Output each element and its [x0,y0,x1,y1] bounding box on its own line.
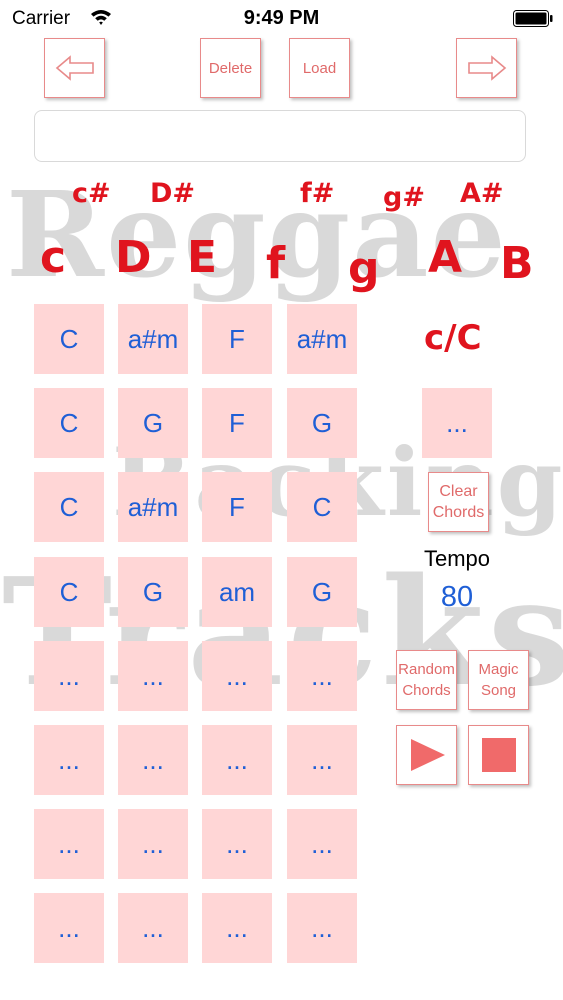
chord-cell[interactable]: F [202,472,272,542]
chord-cell[interactable]: C [287,472,357,542]
delete-button[interactable]: Delete [200,38,261,98]
forward-button[interactable] [456,38,517,98]
clock: 9:49 PM [243,7,320,29]
chord-cell[interactable]: ... [202,809,272,879]
chord-cell[interactable]: ... [287,641,357,711]
note-e[interactable]: E [187,232,217,283]
back-button[interactable] [44,38,105,98]
note-f[interactable]: f [266,238,285,289]
chord-cell[interactable]: C [34,557,104,627]
note-f-sharp[interactable]: f# [300,178,334,209]
chord-cell[interactable]: F [202,388,272,458]
note-a[interactable]: A [428,232,462,283]
key-label: c/C [424,318,482,358]
chord-cell[interactable]: ... [118,809,188,879]
magic-song-label-1: Magic [478,661,519,678]
stop-icon [481,738,516,772]
chord-cell[interactable]: am [202,557,272,627]
selected-chord-cell[interactable]: ... [422,388,492,458]
clear-chords-label-2: Chords [432,504,485,521]
chord-cell[interactable]: C [34,472,104,542]
clear-chords-button[interactable]: Clear Chords [428,472,489,532]
chord-cell[interactable]: ... [34,725,104,795]
arrow-right-icon [467,55,506,81]
chord-cell[interactable]: ... [118,893,188,963]
chord-cell[interactable]: F [202,304,272,374]
play-button[interactable] [396,725,457,785]
chord-cell[interactable]: G [118,557,188,627]
chord-cell[interactable]: G [287,388,357,458]
chord-cell[interactable]: ... [287,725,357,795]
chord-cell[interactable]: ... [118,725,188,795]
chord-cell[interactable]: ... [287,809,357,879]
note-g[interactable]: g [348,243,380,294]
chord-cell[interactable]: a#m [118,472,188,542]
magic-song-label-2: Song [480,682,517,699]
note-b[interactable]: B [500,238,534,289]
chord-cell[interactable]: ... [202,641,272,711]
chord-cell[interactable]: ... [287,893,357,963]
chord-cell[interactable]: ... [118,641,188,711]
chord-cell[interactable]: a#m [287,304,357,374]
load-button[interactable]: Load [289,38,350,98]
status-bar: Carrier 9:49 PM [0,0,563,38]
battery-icon [513,10,553,27]
random-chords-label-1: Random [398,661,455,678]
magic-song-button[interactable]: Magic Song [468,650,529,710]
random-chords-button[interactable]: Random Chords [396,650,457,710]
chord-cell[interactable]: ... [202,725,272,795]
chord-cell[interactable]: C [34,304,104,374]
chord-cell[interactable]: ... [34,641,104,711]
note-d-sharp[interactable]: D# [150,178,195,209]
chord-cell[interactable]: G [287,557,357,627]
chord-cell[interactable]: C [34,388,104,458]
play-icon [410,739,445,771]
stop-button[interactable] [468,725,529,785]
random-chords-label-2: Chords [402,682,451,699]
note-g-sharp[interactable]: g# [383,182,425,213]
arrow-left-icon [55,55,94,81]
chord-cell[interactable]: a#m [118,304,188,374]
chord-cell[interactable]: ... [34,809,104,879]
note-c-sharp[interactable]: c# [72,178,111,209]
chord-cell[interactable]: ... [202,893,272,963]
tempo-label: Tempo [423,546,491,571]
chord-cell[interactable]: G [118,388,188,458]
tempo-value[interactable]: 80 [392,581,522,614]
song-name-input[interactable] [34,110,526,162]
note-a-sharp[interactable]: A# [460,178,504,209]
note-d[interactable]: D [115,232,152,283]
note-c[interactable]: c [40,232,66,283]
clear-chords-label-1: Clear [439,483,478,500]
chord-cell[interactable]: ... [34,893,104,963]
